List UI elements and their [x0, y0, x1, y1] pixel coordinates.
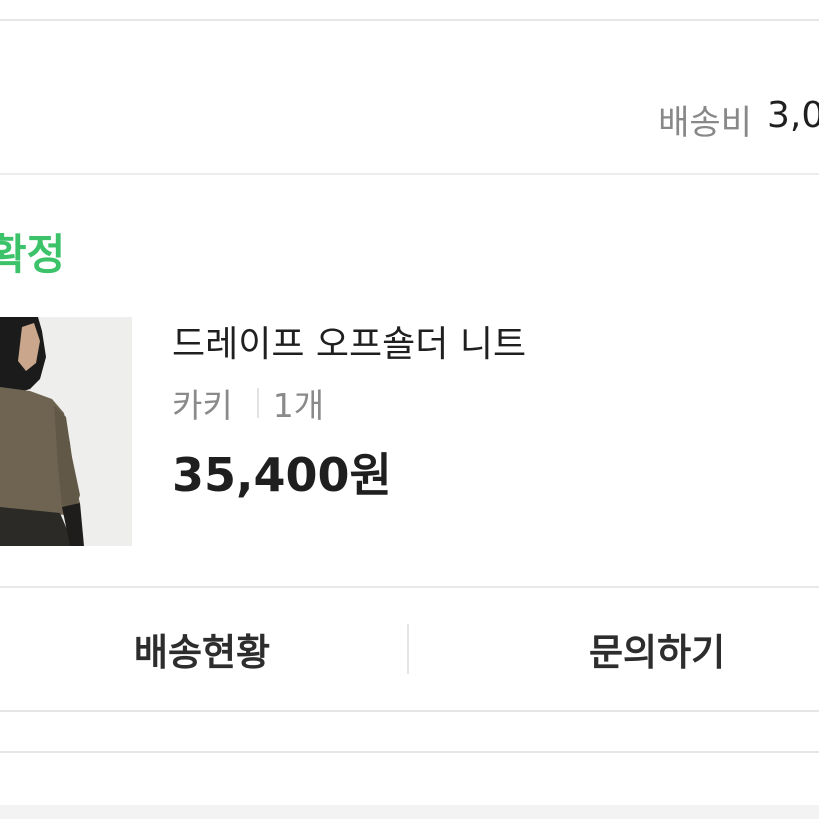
action-divider	[407, 624, 409, 674]
option-divider	[256, 388, 259, 418]
inquiry-button[interactable]: 문의하기	[410, 588, 819, 710]
bottom-spacer-card	[0, 712, 819, 753]
order-status: 확정	[0, 230, 66, 279]
shipping-fee-row: 배송비 3,0	[0, 21, 819, 175]
product-quantity: 1개	[272, 386, 325, 425]
track-delivery-button[interactable]: 배송현황	[0, 588, 408, 710]
shipping-fee-label: 배송비	[658, 103, 752, 143]
order-item-card: 확정 드레이프 오프숄더 니트 카키 1개 35,400원	[0, 175, 819, 588]
product-name[interactable]: 드레이프 오프숄더 니트	[172, 315, 526, 367]
product-thumbnail[interactable]	[0, 317, 132, 546]
footer-strip	[0, 753, 819, 819]
order-action-bar: 배송현황 문의하기	[0, 588, 819, 712]
top-strip	[0, 0, 819, 21]
product-options: 카키 1개	[172, 379, 324, 427]
product-color: 카키	[172, 386, 233, 425]
product-price: 35,400원	[172, 448, 392, 502]
product-photo-image	[0, 317, 132, 546]
shipping-fee-value: 3,0	[767, 95, 819, 136]
footer-inner	[0, 805, 819, 819]
